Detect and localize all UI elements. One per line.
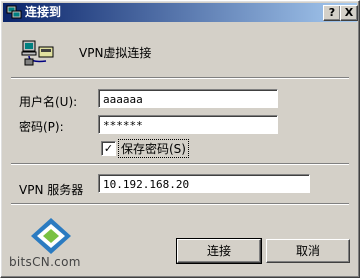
watermark-logo [31, 218, 71, 254]
connect-button[interactable]: 连接 [176, 238, 262, 264]
window-title: 连接到 [25, 5, 62, 19]
connect-dialog: 连接到 ? X VPN虚拟连接 用户名(U): aaaaaa 密码(P): **… [0, 0, 360, 278]
vpn-server-field[interactable]: 10.192.168.20 [98, 174, 310, 193]
network-connection-icon [6, 5, 22, 19]
username-field[interactable]: aaaaaa [98, 89, 278, 108]
help-button[interactable]: ? [323, 5, 341, 21]
save-password-label[interactable]: 保存密码(S) [118, 139, 189, 158]
password-label: 密码(P): [19, 120, 64, 134]
connection-name: VPN虚拟连接 [79, 46, 152, 60]
separator [11, 77, 349, 79]
cancel-button[interactable]: 取消 [266, 239, 350, 263]
username-label: 用户名(U): [19, 95, 78, 109]
dial-up-connection-icon [21, 40, 54, 66]
save-password-checkbox[interactable]: ✓ [101, 141, 116, 156]
title-bar[interactable]: 连接到 ? X [3, 3, 358, 22]
watermark-text: bitsCN.com [9, 255, 81, 269]
password-field[interactable]: ****** [98, 115, 278, 134]
separator [11, 163, 349, 165]
vpn-server-label: VPN 服务器 [19, 183, 84, 197]
separator [11, 203, 349, 205]
close-button[interactable]: X [340, 5, 358, 21]
